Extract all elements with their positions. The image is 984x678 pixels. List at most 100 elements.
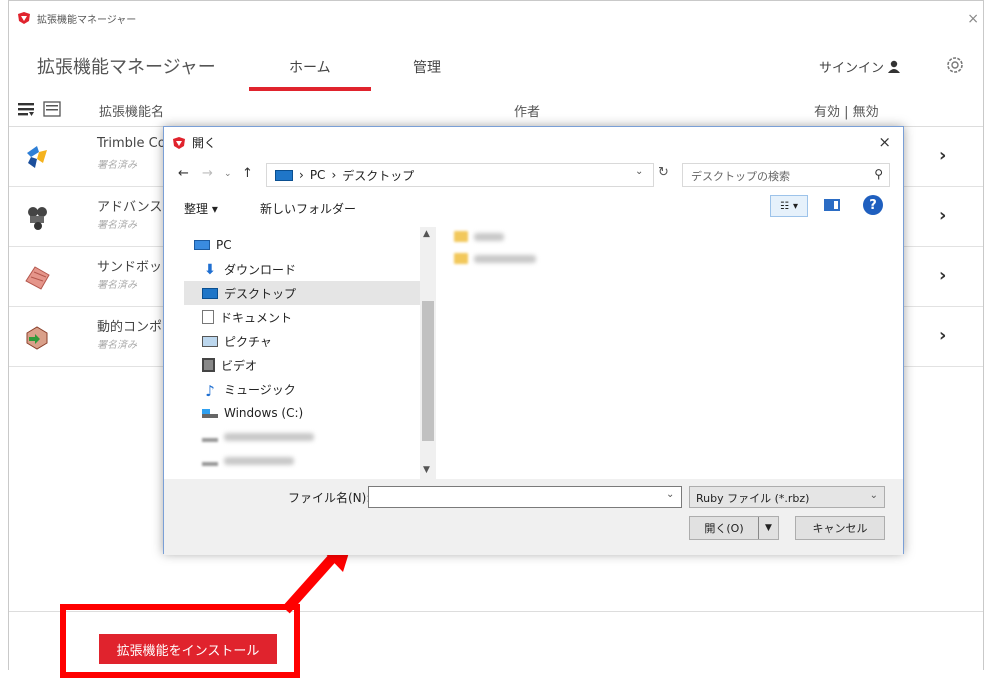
search-input[interactable]: デスクトップの検索 ⚲ xyxy=(682,163,890,187)
search-icon: ⚲ xyxy=(874,167,883,181)
column-author[interactable]: 作者 xyxy=(514,101,540,120)
column-status[interactable]: 有効 | 無効 xyxy=(814,101,879,120)
refresh-icon[interactable]: ↻ xyxy=(658,165,669,180)
blurred-label xyxy=(474,254,536,263)
folder-icon xyxy=(454,231,468,242)
tree-item-label: ピクチャ xyxy=(224,334,272,349)
picture-icon xyxy=(202,335,218,347)
scroll-up-icon[interactable]: ▲ xyxy=(423,229,430,239)
signin-label: サインイン xyxy=(819,61,885,76)
sandbox-extension-icon xyxy=(25,266,50,290)
tree-item-windows-drive[interactable]: Windows (C:) xyxy=(184,401,420,425)
compact-view-icon[interactable] xyxy=(43,101,61,117)
sketchup-logo-icon xyxy=(173,136,185,149)
dialog-bottom-area: ファイル名(N): ⌄ Ruby ファイル (*.rbz) ⌄ 開く(O) ▼ … xyxy=(164,479,903,555)
window-close-icon[interactable]: × xyxy=(967,11,979,27)
file-type-value: Ruby ファイル (*.rbz) xyxy=(696,492,810,505)
tree-item-videos[interactable]: ビデオ xyxy=(184,353,420,377)
title-bar: 拡張機能マネージャー × xyxy=(9,1,983,35)
tree-item-label: ダウンロード xyxy=(224,262,297,277)
column-header: 拡張機能名 作者 有効 | 無効 xyxy=(9,93,983,127)
dynamic-component-icon xyxy=(26,326,48,350)
active-tab-indicator xyxy=(249,87,371,91)
file-type-select[interactable]: Ruby ファイル (*.rbz) ⌄ xyxy=(689,486,885,508)
extension-name: サンドボッ xyxy=(97,260,163,275)
nav-bar: 拡張機能マネージャー ホーム 管理 サインイン xyxy=(9,43,983,91)
column-name[interactable]: 拡張機能名 xyxy=(99,101,164,120)
extension-signed: 署名済み xyxy=(97,220,137,231)
tree-item-downloads[interactable]: ⬇ ダウンロード xyxy=(184,257,420,281)
extension-name: 動的コンポ xyxy=(97,320,163,335)
scroll-down-icon[interactable]: ▼ xyxy=(423,465,430,475)
chevron-right-icon[interactable]: › xyxy=(939,265,946,286)
path-desktop[interactable]: デスクトップ xyxy=(342,167,414,184)
window-title: 拡張機能マネージャー xyxy=(37,14,137,26)
forward-arrow-icon[interactable]: → xyxy=(202,166,213,181)
extension-signed: 署名済み xyxy=(97,280,137,291)
tree-item-blurred[interactable] xyxy=(184,425,420,449)
gear-icon[interactable] xyxy=(945,55,965,75)
dialog-title-bar: 開く xyxy=(172,134,216,151)
recent-dropdown-icon[interactable]: ⌄ xyxy=(224,169,232,179)
blurred-label xyxy=(474,232,504,241)
chevron-right-icon[interactable]: › xyxy=(939,145,946,166)
filename-input[interactable] xyxy=(368,486,682,508)
address-bar: ← → ⌄ ↑ › PC › デスクトップ ⌄ ↻ デスクトップの検索 ⚲ xyxy=(164,161,903,189)
address-path[interactable]: › PC › デスクトップ xyxy=(266,163,654,187)
dialog-close-icon[interactable]: × xyxy=(878,133,891,151)
signin-button[interactable]: サインイン xyxy=(819,57,901,76)
tree-item-pictures[interactable]: ピクチャ xyxy=(184,329,420,353)
tree-item-label: ミュージック xyxy=(224,382,296,397)
tree-scrollbar[interactable]: ▲ ▼ xyxy=(420,227,436,479)
cancel-button[interactable]: キャンセル xyxy=(795,516,885,540)
sketchup-logo-icon xyxy=(18,12,30,24)
drive-icon xyxy=(202,433,218,442)
extension-name: アドバンス xyxy=(97,200,163,215)
tree-item-blurred[interactable] xyxy=(184,449,420,473)
drive-icon xyxy=(202,457,218,466)
address-dropdown-icon[interactable]: ⌄ xyxy=(635,166,643,177)
chevron-right-icon[interactable]: › xyxy=(939,325,946,346)
file-list xyxy=(454,231,894,471)
view-options-button[interactable]: ☷ ▾ xyxy=(770,195,808,217)
open-dropdown-icon[interactable]: ▼ xyxy=(758,517,778,539)
path-pc[interactable]: PC xyxy=(310,168,326,182)
tree-item-label: Windows (C:) xyxy=(224,406,304,420)
open-label: 開く(O) xyxy=(704,522,744,535)
chevron-down-icon: ⌄ xyxy=(869,490,878,501)
chevron-right-icon[interactable]: › xyxy=(939,205,946,226)
tab-manage[interactable]: 管理 xyxy=(413,57,441,77)
blurred-label xyxy=(224,433,314,441)
file-item[interactable] xyxy=(454,231,504,242)
scrollbar-thumb[interactable] xyxy=(422,301,434,441)
filename-label: ファイル名(N): xyxy=(288,491,371,505)
help-icon[interactable]: ? xyxy=(863,195,883,215)
extension-signed: 署名済み xyxy=(97,340,137,351)
tab-home[interactable]: ホーム xyxy=(289,57,331,77)
red-highlight-box xyxy=(60,604,300,678)
list-view-icon[interactable] xyxy=(17,101,35,117)
open-file-dialog: 開く × ← → ⌄ ↑ › PC › デスクトップ ⌄ ↻ デスクトップの検索… xyxy=(163,126,904,555)
tree-item-pc[interactable]: PC xyxy=(184,233,420,257)
trimble-extension-icon xyxy=(27,146,47,168)
file-item[interactable] xyxy=(454,253,536,264)
tree-item-label: ビデオ xyxy=(221,358,258,373)
new-folder-button[interactable]: 新しいフォルダー xyxy=(260,200,356,217)
video-icon xyxy=(202,358,215,372)
preview-pane-icon[interactable] xyxy=(824,199,840,211)
download-icon: ⬇ xyxy=(204,262,216,278)
organize-button[interactable]: 整理 ▾ xyxy=(184,200,218,217)
dialog-title: 開く xyxy=(192,136,217,150)
camera-extension-icon xyxy=(28,207,47,230)
path-separator: › xyxy=(331,168,337,182)
folder-icon xyxy=(454,253,468,264)
back-arrow-icon[interactable]: ← xyxy=(178,166,189,181)
tree-item-documents[interactable]: ドキュメント xyxy=(184,305,420,329)
drive-icon xyxy=(202,408,218,418)
open-button[interactable]: 開く(O) ▼ xyxy=(689,516,779,540)
up-arrow-icon[interactable]: ↑ xyxy=(242,166,253,181)
chevron-down-icon[interactable]: ⌄ xyxy=(666,489,674,500)
tree-item-label: ドキュメント xyxy=(220,310,293,325)
tree-item-desktop[interactable]: デスクトップ xyxy=(184,281,420,305)
tree-item-music[interactable]: ♪ ミュージック xyxy=(184,377,420,401)
